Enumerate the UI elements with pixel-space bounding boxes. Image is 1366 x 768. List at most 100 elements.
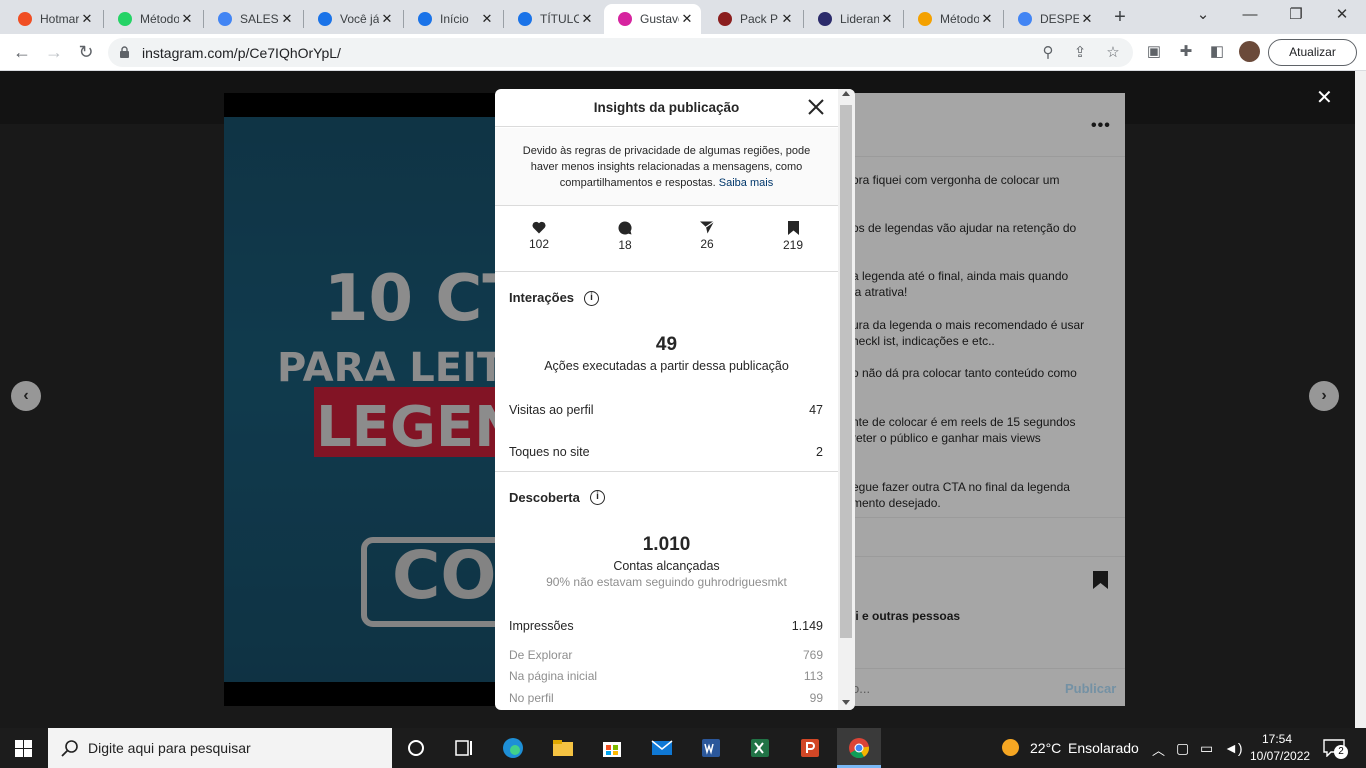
windows-start-icon[interactable]: [15, 740, 32, 757]
browser-tab[interactable]: TÍTULO ✕: [504, 4, 601, 34]
word-icon[interactable]: [699, 736, 723, 760]
avatar-icon: [718, 12, 732, 26]
chrome-icon[interactable]: [847, 736, 871, 760]
tab-search-chevron-icon[interactable]: ⌄: [1180, 0, 1226, 30]
profile-avatar[interactable]: [1239, 41, 1260, 62]
back-arrow-icon[interactable]: ←: [10, 40, 34, 64]
address-bar[interactable]: instagram.com/p/Ce7IQhOrYpL/ ⚲ ⇪ ☆: [108, 38, 1133, 67]
store-icon[interactable]: [600, 736, 624, 760]
lock-icon: [120, 46, 129, 58]
browser-tab[interactable]: Método ✕: [104, 4, 201, 34]
close-tab-icon[interactable]: ✕: [779, 11, 795, 27]
browser-tab[interactable]: SALES ✕: [204, 4, 301, 34]
side-panel-icon[interactable]: ◧: [1207, 42, 1227, 62]
stat-saves: 219: [763, 221, 823, 252]
close-tab-icon[interactable]: ✕: [1079, 11, 1095, 27]
minimize-button[interactable]: —: [1227, 0, 1273, 30]
close-tab-icon[interactable]: ✕: [679, 11, 695, 27]
comment-line: heckl ist, indicações e etc..: [855, 334, 995, 348]
scroll-up-arrow-icon[interactable]: [842, 91, 850, 96]
task-view-icon[interactable]: [452, 736, 476, 760]
close-tab-icon[interactable]: ✕: [379, 11, 395, 27]
close-tab-icon[interactable]: ✕: [179, 11, 195, 27]
page-scrollbar[interactable]: [1355, 71, 1366, 728]
new-tab-button[interactable]: +: [1109, 5, 1131, 29]
weather-text[interactable]: Ensolarado: [1068, 740, 1139, 756]
interactions-section: Interações i 49 Ações executadas a parti…: [495, 271, 838, 471]
mail-icon[interactable]: [650, 736, 674, 760]
next-post-chevron-icon[interactable]: ›: [1309, 381, 1339, 411]
battery-icon[interactable]: ▭: [1200, 740, 1213, 757]
metric-value: 1.149: [791, 619, 823, 633]
browser-tab[interactable]: Pack P ✕: [704, 4, 801, 34]
learn-more-link[interactable]: Saiba mais: [719, 177, 773, 189]
browser-tab[interactable]: Hotmart ✕: [4, 4, 101, 34]
restore-button[interactable]: ❐: [1273, 0, 1319, 30]
cortana-icon[interactable]: [404, 736, 428, 760]
volume-icon[interactable]: ◄): [1224, 740, 1243, 756]
likes-text: ii e outras pessoas: [855, 609, 961, 623]
scroll-thumb[interactable]: [840, 105, 852, 638]
notification-count: 2: [1334, 745, 1348, 759]
comment-line: la atrativa!: [855, 285, 908, 299]
tab-title: Lideranç: [840, 12, 879, 26]
comment-box[interactable]: o... Publicar: [855, 668, 1125, 706]
metric-label: De Explorar: [509, 648, 573, 662]
close-window-button[interactable]: ✕: [1319, 0, 1365, 30]
forward-arrow-icon[interactable]: →: [42, 40, 66, 64]
info-icon[interactable]: i: [590, 490, 605, 505]
close-tab-icon[interactable]: ✕: [79, 11, 95, 27]
scroll-down-arrow-icon[interactable]: [842, 700, 850, 705]
bookmark-star-icon[interactable]: ☆: [1103, 43, 1123, 63]
excel-icon[interactable]: [748, 736, 772, 760]
more-options-icon[interactable]: •••: [1091, 117, 1111, 135]
metric-row: No perfil 99: [509, 691, 823, 705]
extensions-puzzle-icon[interactable]: ✚: [1176, 42, 1196, 62]
interactions-title: Interações: [509, 290, 575, 305]
close-tab-icon[interactable]: ✕: [979, 11, 995, 27]
image-text-line: CO: [392, 537, 497, 614]
save-bookmark-icon[interactable]: [1093, 571, 1108, 589]
share-icon: [700, 221, 714, 234]
prev-post-chevron-icon[interactable]: ‹: [11, 381, 41, 411]
info-icon[interactable]: i: [584, 291, 599, 306]
browser-tab[interactable]: Você já ✕: [304, 4, 401, 34]
browser-tab[interactable]: Gustavo✕: [604, 4, 701, 34]
edge-icon[interactable]: [501, 736, 525, 760]
search-icon: [61, 740, 78, 757]
close-tab-icon[interactable]: ✕: [879, 11, 895, 27]
taskbar-search[interactable]: Digite aqui para pesquisar: [48, 728, 392, 768]
reload-icon[interactable]: ↻: [74, 40, 98, 64]
browser-tab[interactable]: Método ✕: [904, 4, 1001, 34]
close-tab-icon[interactable]: ✕: [479, 11, 495, 27]
sun-weather-icon[interactable]: [1002, 739, 1019, 756]
tray-chevron-up-icon[interactable]: ︿: [1152, 740, 1165, 759]
weather-temp[interactable]: 22°C: [1030, 740, 1061, 756]
browser-toolbar: ← → ↻ instagram.com/p/Ce7IQhOrYpL/ ⚲ ⇪ ☆…: [0, 34, 1366, 71]
meet-now-icon[interactable]: ▢: [1176, 740, 1189, 757]
file-explorer-icon[interactable]: [551, 736, 575, 760]
browser-tab[interactable]: DESPE ✕: [1004, 4, 1101, 34]
browser-tab[interactable]: Lideranç✕: [804, 4, 901, 34]
comment-line: o não dá pra colocar tanto conteúdo como: [855, 366, 1077, 380]
browser-tab[interactable]: Início ✕: [404, 4, 501, 34]
powerpoint-icon[interactable]: [798, 736, 822, 760]
clock-date[interactable]: 10/07/2022: [1250, 749, 1310, 763]
comment-placeholder[interactable]: o...: [855, 681, 870, 696]
clock-time[interactable]: 17:54: [1262, 732, 1292, 746]
extension-tb-icon[interactable]: ▣: [1144, 42, 1164, 62]
metric-label: Na página inicial: [509, 669, 598, 683]
carousel-image[interactable]: 10 CT PARA LEITU LEGEN CO: [224, 117, 497, 682]
close-tab-icon[interactable]: ✕: [579, 11, 595, 27]
update-button[interactable]: Atualizar: [1268, 39, 1357, 66]
close-tab-icon[interactable]: ✕: [279, 11, 295, 27]
close-modal-icon[interactable]: [805, 95, 827, 119]
modal-scrollbar[interactable]: [838, 89, 855, 710]
zoom-icon[interactable]: ⚲: [1038, 43, 1058, 63]
c-logo-icon: [418, 12, 432, 26]
share-page-icon[interactable]: ⇪: [1070, 43, 1090, 63]
stat-likes: 102: [509, 221, 569, 251]
comment-line: reter o público e ganhar mais views: [855, 431, 1041, 445]
publish-button[interactable]: Publicar: [1065, 681, 1116, 696]
close-post-icon[interactable]: ✕: [1316, 85, 1333, 110]
